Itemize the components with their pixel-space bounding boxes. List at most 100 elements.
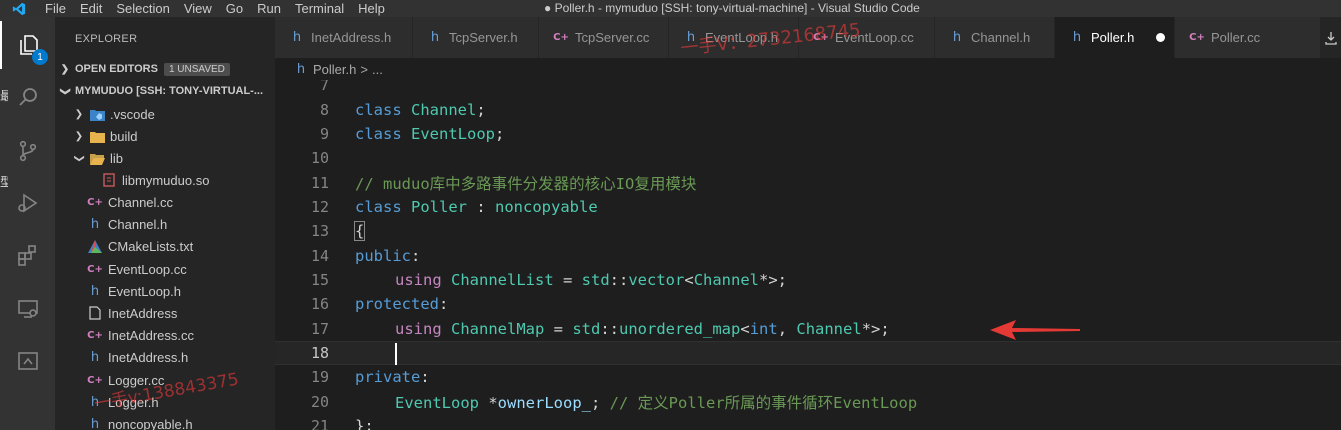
cpp-file-icon: C+ (87, 329, 103, 341)
code-line: 17 using ChannelMap = std::unordered_map… (275, 317, 1341, 341)
tab-poller-cc[interactable]: C+ Poller.cc (1175, 17, 1321, 58)
breadcrumb-separator: > (360, 61, 368, 77)
h-file-icon: h (90, 349, 100, 365)
search-icon[interactable] (0, 73, 55, 121)
chevron-right-icon: ❯ (74, 130, 84, 142)
code-line: 14 public: (275, 244, 1341, 268)
code-editor[interactable]: 7 8 class Channel; 9 class EventLoop; 10… (275, 80, 1341, 430)
tab-tcpserver-cc[interactable]: C+ TcpServer.cc (539, 17, 669, 58)
terminal-panel-icon[interactable] (0, 337, 55, 385)
code-line: 9 class EventLoop; (275, 122, 1341, 146)
chevron-right-icon: ❯ (60, 63, 70, 75)
menu-edit[interactable]: Edit (73, 0, 109, 17)
tree-item-build[interactable]: ❯ build (55, 125, 275, 147)
tree-item-inetaddress[interactable]: InetAddress (55, 302, 275, 324)
tab-poller-h[interactable]: h Poller.h (1055, 17, 1175, 58)
tree-item-logger-h[interactable]: h Logger.h (55, 391, 275, 413)
tree-item-vscode[interactable]: ❯ .vscode (55, 103, 275, 125)
line-number: 11 (310, 174, 329, 193)
h-file-icon: h (686, 30, 696, 45)
project-label: MYMUDUO [SSH: TONY-VIRTUAL-... (75, 85, 264, 97)
code-line: 21 }; (275, 414, 1341, 430)
tree-item-inetaddress-cc[interactable]: C+ InetAddress.cc (55, 324, 275, 346)
line-number: 20 (310, 393, 329, 412)
line-number: 7 (319, 80, 329, 95)
chevron-right-icon: ❯ (74, 108, 84, 120)
vscode-logo-icon (0, 0, 38, 17)
tab-channel-h[interactable]: h Channel.h (935, 17, 1055, 58)
sidebar-header: EXPLORER (75, 33, 138, 45)
tree-item-eventloop-h[interactable]: h EventLoop.h (55, 280, 275, 302)
menu-selection[interactable]: Selection (109, 0, 176, 17)
editor-tabs: h InetAddress.h h TcpServer.h C+ TcpServ… (275, 17, 1341, 59)
h-file-icon: h (952, 30, 962, 45)
remote-explorer-icon[interactable] (0, 285, 55, 333)
h-file-icon: h (430, 30, 440, 45)
tab-tcpserver-h[interactable]: h TcpServer.h (413, 17, 539, 58)
cpp-file-icon: C+ (1189, 32, 1205, 43)
activity-bar: 1 最 型 (0, 17, 55, 430)
unsaved-dot-icon[interactable] (1156, 33, 1166, 42)
tree-item-noncopyable-h[interactable]: h noncopyable.h (55, 413, 275, 430)
menu-bar: File Edit Selection View Go Run Terminal… (38, 0, 392, 17)
tab-eventloop-h[interactable]: h EventLoop.h (669, 17, 799, 58)
project-section[interactable]: ❯ MYMUDUO [SSH: TONY-VIRTUAL-... (55, 80, 275, 102)
line-number: 18 (310, 344, 329, 363)
menu-run[interactable]: Run (250, 0, 288, 17)
chevron-down-icon: ❯ (73, 153, 85, 163)
title-bar: File Edit Selection View Go Run Terminal… (0, 0, 1341, 17)
line-number: 14 (310, 247, 329, 266)
menu-file[interactable]: File (38, 0, 73, 17)
open-editors-label: OPEN EDITORS (75, 63, 158, 75)
line-number: 9 (319, 125, 329, 144)
cpp-file-icon: C+ (87, 196, 103, 208)
editor-actions-icon[interactable] (1321, 17, 1341, 58)
cpp-file-icon: C+ (553, 32, 569, 43)
window-title: ● Poller.h - mymuduo [SSH: tony-virtual-… (544, 1, 920, 15)
menu-view[interactable]: View (177, 0, 219, 17)
code-line: 16 protected: (275, 292, 1341, 316)
tree-item-channel-cc[interactable]: C+ Channel.cc (55, 191, 275, 213)
code-line: 13 { (275, 219, 1341, 243)
breadcrumb-symbol[interactable]: ... (372, 62, 383, 77)
code-line: 11 // muduo库中多路事件分发器的核心IO复用模块 (275, 171, 1341, 195)
breadcrumb-file[interactable]: Poller.h (313, 62, 356, 77)
tree-item-logger-cc[interactable]: C+ Logger.cc (55, 369, 275, 391)
extensions-icon[interactable] (0, 231, 55, 279)
code-line-current: 18 (275, 341, 1341, 366)
tab-eventloop-cc[interactable]: C+ EventLoop.cc (799, 17, 935, 58)
line-number: 13 (310, 222, 329, 241)
line-number: 19 (310, 368, 329, 387)
code-line: 15 using ChannelList = std::vector<Chann… (275, 268, 1341, 292)
line-number: 21 (310, 417, 329, 430)
cmake-icon (87, 238, 103, 254)
tab-inetaddress-h[interactable]: h InetAddress.h (275, 17, 413, 58)
code-brace: }; (355, 417, 374, 430)
line-number: 8 (319, 101, 329, 120)
explorer-icon[interactable]: 1 (0, 21, 55, 69)
menu-terminal[interactable]: Terminal (288, 0, 351, 17)
open-editors-section[interactable]: ❯ OPEN EDITORS 1 UNSAVED (55, 58, 275, 80)
red-arrow-icon (990, 318, 1082, 346)
h-file-icon: h (90, 216, 100, 232)
folder-icon (89, 128, 105, 144)
tree-item-lib[interactable]: ❯ lib (55, 147, 275, 169)
line-number: 10 (310, 149, 329, 168)
menu-go[interactable]: Go (219, 0, 250, 17)
cpp-file-icon: C+ (87, 374, 103, 386)
text-cursor (395, 343, 397, 365)
source-control-icon[interactable] (0, 127, 55, 175)
tree-item-libmymuduo[interactable]: libmymuduo.so (55, 169, 275, 191)
binary-file-icon (101, 172, 117, 188)
tree-item-channel-h[interactable]: h Channel.h (55, 213, 275, 235)
h-file-icon: h (90, 416, 100, 430)
run-debug-icon[interactable] (0, 179, 55, 227)
tree-item-cmakelists[interactable]: CMakeLists.txt (55, 235, 275, 257)
explorer-sidebar: EXPLORER ❯ OPEN EDITORS 1 UNSAVED ❯ MYMU… (55, 17, 275, 430)
h-file-icon: h (90, 283, 100, 299)
line-number: 16 (310, 295, 329, 314)
tree-item-inetaddress-h[interactable]: h InetAddress.h (55, 346, 275, 368)
breadcrumb: h Poller.h > ... (275, 58, 1341, 80)
tree-item-eventloop-cc[interactable]: C+ EventLoop.cc (55, 258, 275, 280)
menu-help[interactable]: Help (351, 0, 392, 17)
